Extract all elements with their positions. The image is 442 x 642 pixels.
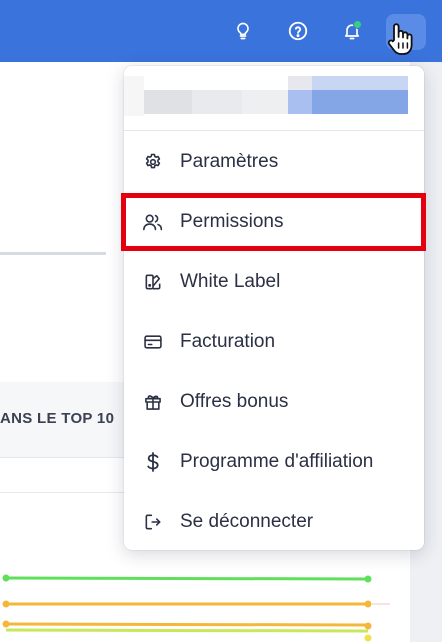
divider [0, 252, 106, 255]
menu-item-label: Paramètres [180, 151, 279, 172]
help-icon[interactable] [285, 18, 311, 44]
logout-icon [142, 511, 164, 533]
gift-icon [142, 391, 164, 413]
menu-item-billing[interactable]: Facturation [124, 312, 424, 372]
menu-item-bonus-offers[interactable]: Offres bonus [124, 372, 424, 432]
notification-dot [353, 20, 362, 29]
menu-item-affiliate-program[interactable]: Programme d'affiliation [124, 432, 424, 492]
menu-item-label: Facturation [180, 331, 276, 352]
top-header [0, 0, 442, 62]
menu-item-label: Offres bonus [180, 391, 289, 412]
white-label-icon [142, 271, 164, 293]
permissions-highlight [121, 193, 426, 251]
top10-heading: ANS LE TOP 10 [0, 410, 115, 427]
lightbulb-icon[interactable] [230, 18, 256, 44]
gear-icon [142, 151, 164, 173]
menu-item-logout[interactable]: Se déconnecter [124, 492, 424, 552]
menu-item-white-label[interactable]: White Label [124, 252, 424, 312]
credit-card-icon [142, 331, 164, 353]
bell-icon[interactable] [339, 18, 365, 44]
background-chart [2, 574, 390, 642]
menu-item-label: Programme d'affiliation [180, 451, 374, 472]
menu-item-settings[interactable]: Paramètres [124, 132, 424, 192]
dollar-icon [142, 451, 164, 473]
account-dropdown-menu: Paramètres Permissions White Label Factu… [124, 66, 424, 550]
menu-item-label: Se déconnecter [180, 511, 314, 532]
user-info-redacted [124, 66, 424, 131]
hand-cursor-icon [387, 23, 413, 55]
menu-item-label: White Label [180, 271, 281, 292]
